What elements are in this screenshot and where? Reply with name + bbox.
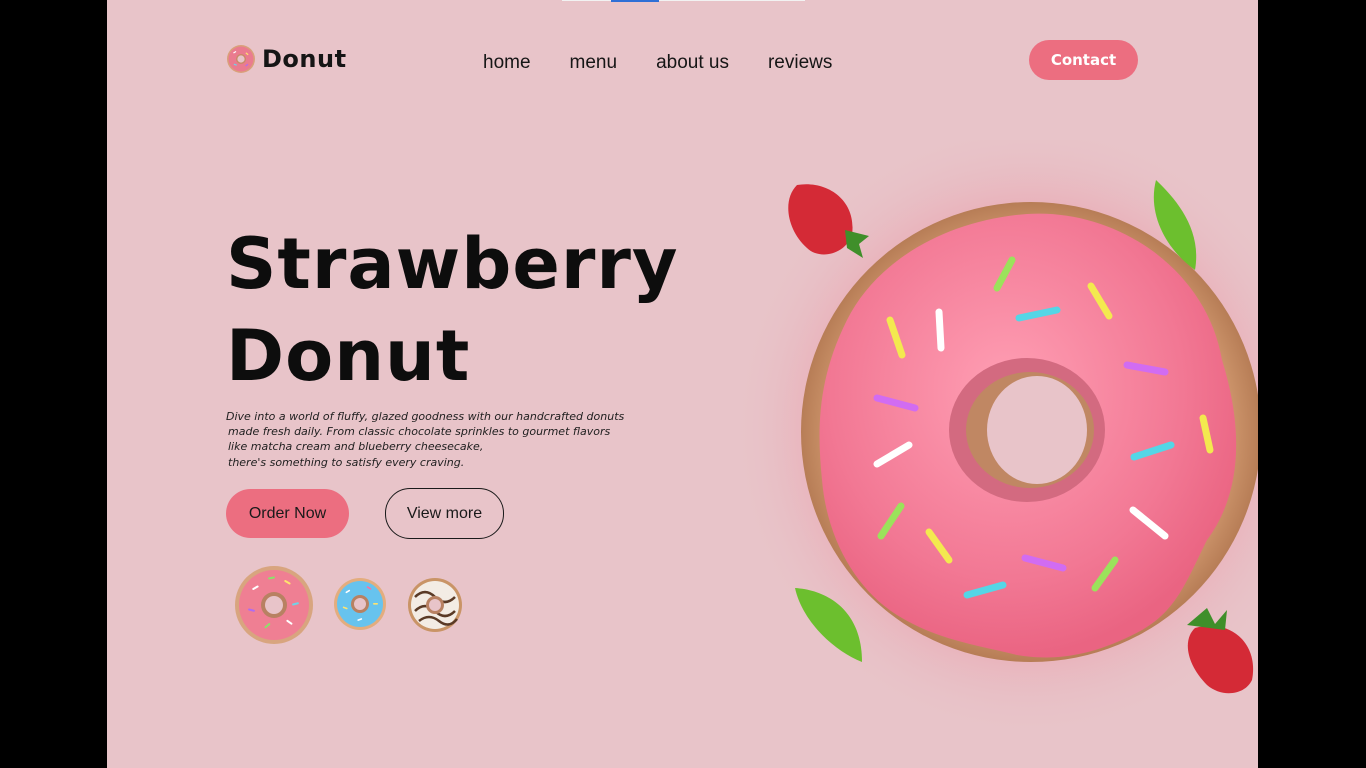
nav-item-home[interactable]: home — [483, 52, 531, 74]
view-more-button[interactable]: View more — [385, 488, 504, 539]
browser-strip — [562, 0, 805, 2]
hero-donut-image — [730, 140, 1258, 740]
contact-button[interactable]: Contact — [1029, 40, 1138, 80]
nav-item-menu[interactable]: menu — [570, 52, 618, 74]
hero-title-line2: Donut — [226, 315, 471, 397]
hero-description: Dive into a world of fluffy, glazed good… — [226, 409, 646, 470]
blue-donut-icon[interactable] — [333, 577, 387, 631]
hero-description-line: Dive into a world of fluffy, glazed good… — [226, 410, 625, 423]
hero-description-line: made fresh daily. From classic chocolate… — [228, 425, 611, 439]
brand-logo[interactable]: Donut — [226, 44, 347, 74]
brand-name: Donut — [262, 45, 347, 73]
main-nav: home menu about us reviews — [483, 52, 832, 74]
hero-description-line: there's something to satisfy every cravi… — [228, 455, 465, 469]
order-now-button[interactable]: Order Now — [226, 489, 349, 538]
donut-logo-icon — [227, 45, 255, 73]
vanilla-donut-icon[interactable] — [407, 577, 463, 633]
nav-item-reviews[interactable]: reviews — [768, 52, 832, 74]
hero-title-line1: Strawberry — [226, 223, 679, 305]
hero-description-line: like matcha cream and blueberry cheeseca… — [228, 440, 484, 454]
hero-title: Strawberry Donut — [226, 218, 679, 402]
browser-strip-highlight — [611, 0, 659, 2]
nav-item-about-us[interactable]: about us — [656, 52, 729, 74]
strawberry-donut-icon[interactable] — [234, 565, 314, 645]
landing-page: Donut home menu about us reviews Contact… — [107, 0, 1258, 768]
